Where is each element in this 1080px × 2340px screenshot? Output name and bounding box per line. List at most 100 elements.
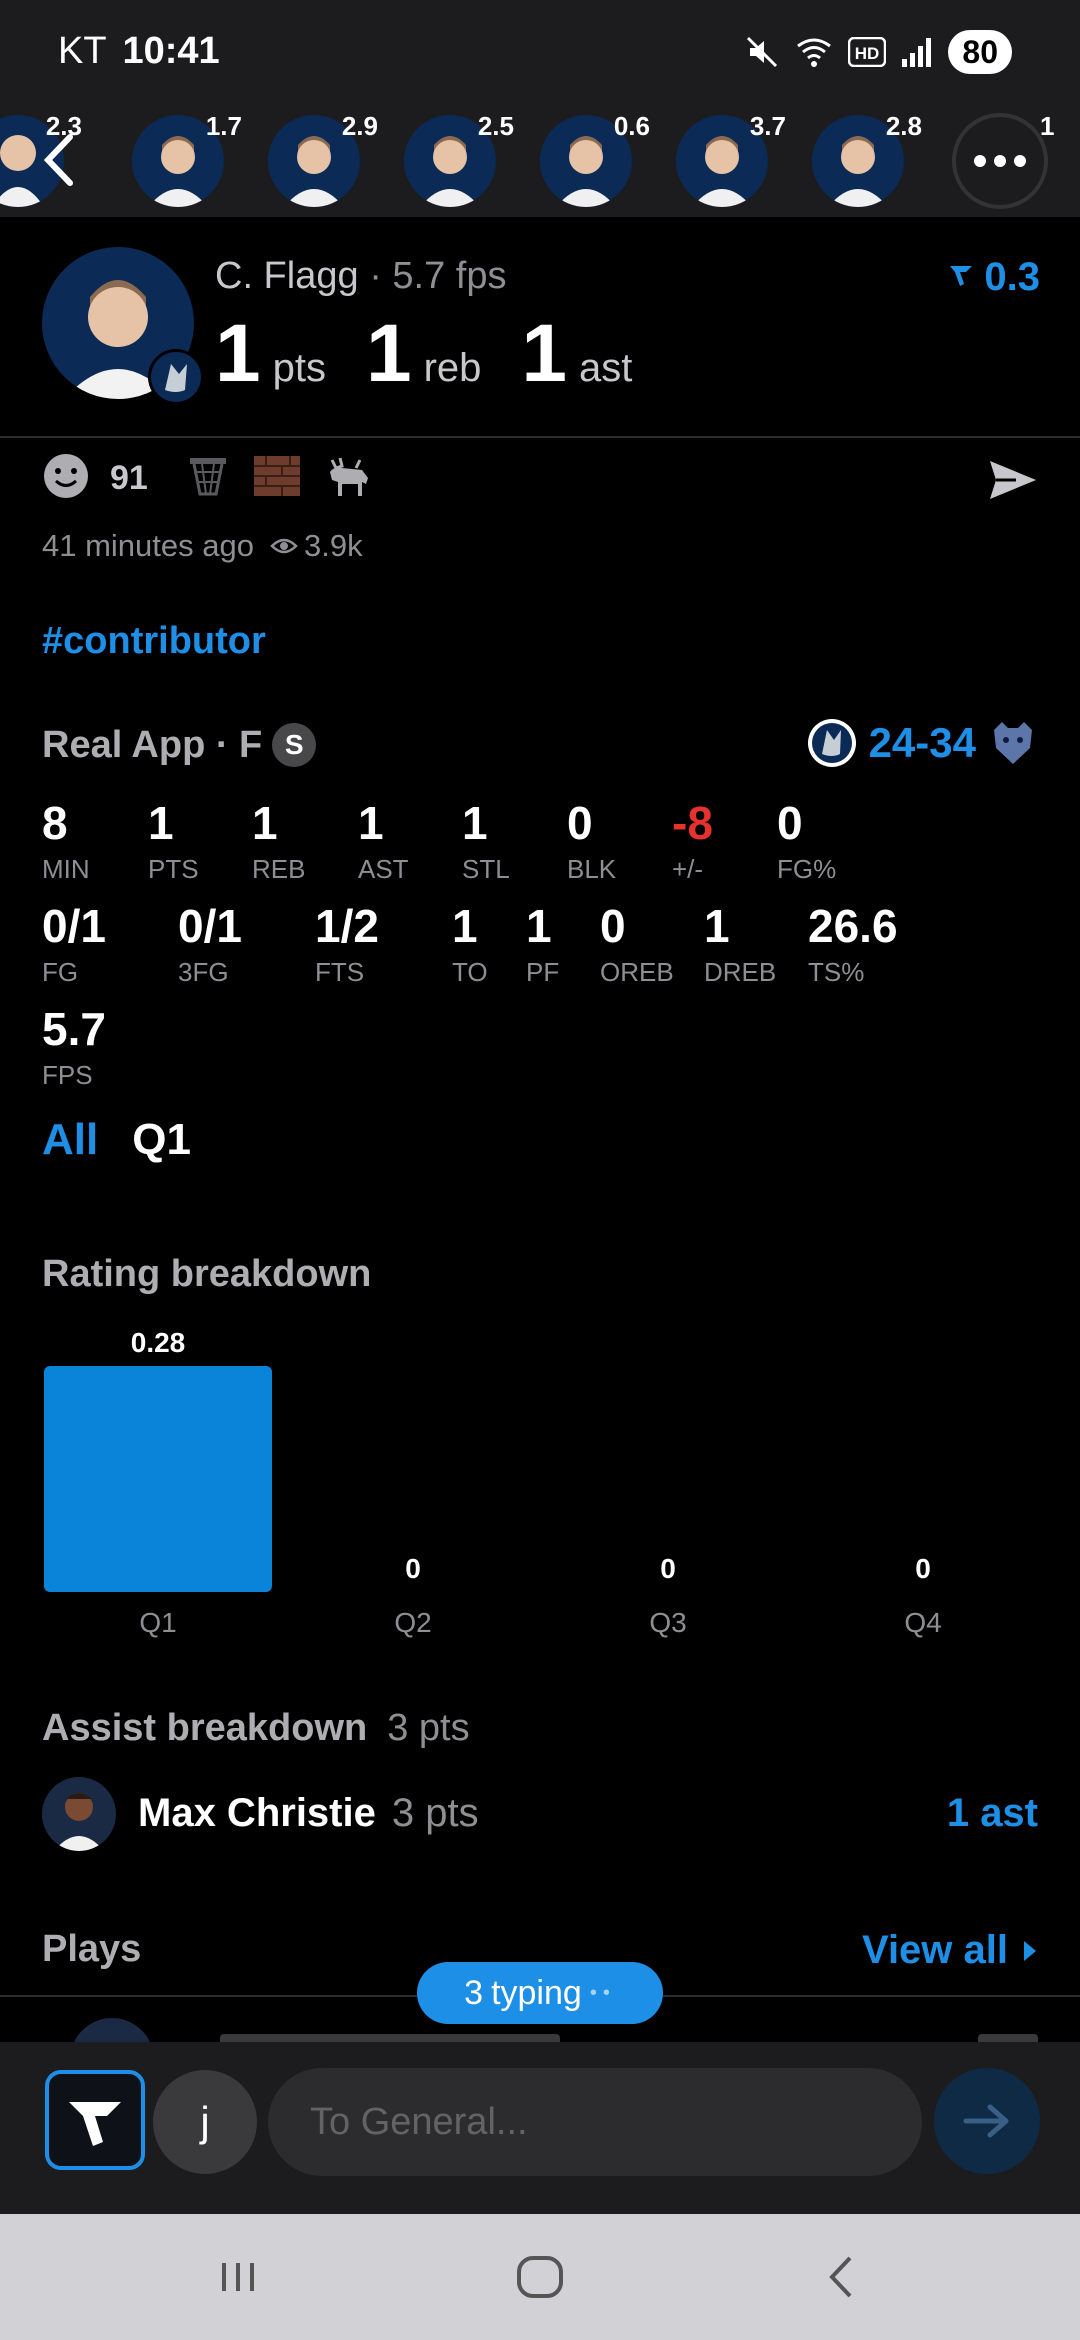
stat-value: -8 bbox=[672, 797, 713, 849]
stat-key: REB bbox=[252, 854, 306, 884]
basket-icon[interactable] bbox=[184, 452, 232, 505]
stat-cell: 8 MIN bbox=[42, 800, 90, 885]
pts-value: 1 bbox=[215, 308, 261, 399]
typing-indicator[interactable]: 3 typing •• bbox=[417, 1962, 663, 2024]
svg-text:HD: HD bbox=[855, 44, 880, 63]
clock: 10:41 bbox=[122, 30, 220, 72]
stat-value: 0/1 bbox=[42, 900, 106, 952]
header-divider bbox=[0, 436, 1080, 438]
goat-icon[interactable] bbox=[322, 452, 374, 505]
rating-chart-svg: 0.28 Q1 0 Q2 0 Q3 0 Q4 bbox=[44, 1327, 942, 1638]
app-logo-icon bbox=[946, 255, 976, 300]
time-ago: 41 minutes ago bbox=[42, 528, 254, 563]
smiley-icon[interactable] bbox=[42, 452, 90, 505]
stat-cell: 1 PF bbox=[526, 903, 559, 988]
starter-badge: S bbox=[272, 723, 317, 767]
stat-key: FG bbox=[42, 957, 79, 987]
stat-value: 1/2 bbox=[315, 900, 379, 952]
rating-category-label: Q4 bbox=[904, 1607, 941, 1638]
stat-cell: 0 BLK bbox=[567, 800, 616, 885]
stat-value: 1 bbox=[704, 900, 730, 952]
tab-all[interactable]: All bbox=[42, 1115, 98, 1165]
stat-key: STL bbox=[462, 854, 510, 884]
rating-breakdown-chart: 0.28 Q1 0 Q2 0 Q3 0 Q4 bbox=[0, 1310, 1080, 1650]
assist-subtitle: 3 pts bbox=[387, 1707, 470, 1749]
send-button[interactable] bbox=[934, 2068, 1040, 2174]
view-all-label: View all bbox=[861, 1928, 1008, 1972]
pts-label: pts bbox=[272, 346, 326, 390]
stat-cell: 1 TO bbox=[452, 903, 488, 988]
stat-cell: 26.6 TS% bbox=[808, 903, 898, 988]
carousel-player[interactable]: 1.7 bbox=[130, 111, 242, 209]
stat-value: 0/1 bbox=[178, 900, 242, 952]
user-avatar-button[interactable]: j bbox=[153, 2070, 257, 2174]
stat-value: 1 bbox=[526, 900, 552, 952]
hashtag-link[interactable]: #contributor bbox=[42, 620, 266, 663]
more-dot bbox=[994, 155, 1006, 167]
assist-title-text: Assist breakdown bbox=[42, 1707, 368, 1749]
home-icon[interactable] bbox=[510, 2252, 570, 2302]
carousel-score: 2.9 bbox=[341, 111, 378, 141]
typing-text: typing bbox=[491, 1973, 582, 2012]
player-header: C. Flagg · 5.7 fps 1 pts 1 reb 1 ast 0.3 bbox=[0, 217, 1080, 437]
stat-cell: 0 OREB bbox=[600, 903, 674, 988]
stat-key: MIN bbox=[42, 854, 90, 884]
game-title: Real App · F S bbox=[42, 723, 317, 767]
stat-cell: 1 DREB bbox=[704, 903, 776, 988]
brick-icon[interactable] bbox=[252, 452, 302, 505]
carousel-player[interactable]: 2.9 bbox=[266, 111, 378, 209]
back-chevron-icon[interactable] bbox=[30, 125, 90, 195]
rating-value-label: 0.28 bbox=[131, 1327, 186, 1358]
ast-value: 1 bbox=[521, 308, 567, 399]
share-send-icon[interactable] bbox=[986, 455, 1040, 505]
view-count: 3.9k bbox=[303, 528, 363, 563]
plays-title: Plays bbox=[42, 1928, 142, 1970]
reactions-bar[interactable]: 91 bbox=[42, 452, 374, 505]
recent-apps-icon[interactable] bbox=[208, 2252, 268, 2302]
grizzlies-logo-icon bbox=[988, 718, 1038, 768]
back-icon[interactable] bbox=[812, 2252, 872, 2302]
view-all-link[interactable]: View all bbox=[862, 1928, 1038, 1973]
stat-value: 1 bbox=[148, 797, 174, 849]
carousel-player[interactable]: 2.5 bbox=[402, 111, 514, 209]
hd-icon: HD bbox=[848, 37, 887, 67]
reaction-count: 91 bbox=[110, 459, 148, 497]
game-title-text: Real App · F bbox=[42, 723, 263, 766]
app-logo-icon bbox=[69, 2102, 121, 2146]
carousel-score: 1 bbox=[1040, 111, 1055, 141]
rating-value-label: 0 bbox=[660, 1553, 676, 1584]
stat-key: OREB bbox=[600, 957, 674, 987]
stat-value: 0 bbox=[567, 797, 593, 849]
app-logo-button[interactable] bbox=[45, 2070, 145, 2170]
tab-q1[interactable]: Q1 bbox=[132, 1115, 191, 1165]
carousel-score: 1.7 bbox=[205, 111, 242, 141]
carousel-player[interactable]: 3.7 bbox=[674, 111, 786, 209]
player-carousel[interactable]: 2.3 1.7 2.9 2.5 0.6 3.7 2.8 1 bbox=[0, 105, 1080, 217]
stat-key: PF bbox=[526, 957, 560, 987]
player-fps: · 5.7 fps bbox=[369, 255, 507, 297]
delta-value: 0.3 bbox=[984, 255, 1040, 299]
reb-label: reb bbox=[423, 346, 482, 390]
stat-cell: 1/2 FTS bbox=[315, 903, 379, 988]
stat-cell: 1 REB bbox=[252, 800, 305, 885]
rating-category-label: Q1 bbox=[139, 1607, 176, 1638]
stat-key: 3FG bbox=[178, 957, 229, 987]
battery-indicator: 80 bbox=[948, 30, 1012, 74]
rating-delta[interactable]: 0.3 bbox=[946, 255, 1040, 300]
stat-cell: 0/1 3FG bbox=[178, 903, 242, 988]
chevron-right-icon bbox=[1022, 1928, 1038, 1973]
carousel-player[interactable]: 2.8 bbox=[810, 111, 922, 209]
game-score[interactable]: 24-34 bbox=[807, 718, 1038, 768]
stat-value: 1 bbox=[252, 797, 278, 849]
more-button[interactable] bbox=[952, 113, 1048, 209]
carousel-player[interactable]: 0.6 bbox=[538, 111, 650, 209]
stat-cell: 1 PTS bbox=[148, 800, 199, 885]
mavericks-logo-icon bbox=[807, 718, 857, 768]
stat-cell: -8 +/- bbox=[672, 800, 713, 885]
message-input[interactable] bbox=[268, 2068, 922, 2176]
assist-pts: 3 pts bbox=[391, 1791, 479, 1835]
stat-value: 0 bbox=[777, 797, 803, 849]
rating-category-label: Q2 bbox=[394, 1607, 431, 1638]
assist-row[interactable]: Max Christie 3 pts 1 ast bbox=[42, 1777, 1038, 1857]
carousel-score: 2.8 bbox=[885, 111, 922, 141]
